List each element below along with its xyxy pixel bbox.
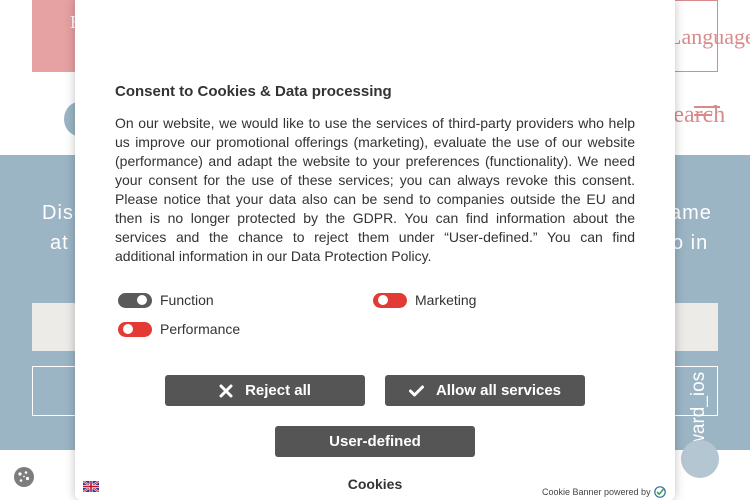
powered-by[interactable]: Cookie Banner powered by xyxy=(542,486,666,498)
cookie-consent-dialog: Consent to Cookies & Data processing On … xyxy=(75,0,675,500)
toggle-performance-row[interactable]: Performance xyxy=(118,321,240,337)
hero-text: ame xyxy=(670,202,712,224)
user-defined-button[interactable]: User-defined xyxy=(275,426,475,457)
powered-by-text: Cookie Banner powered by xyxy=(542,487,651,497)
toggle-performance[interactable] xyxy=(118,321,152,337)
toggle-marketing[interactable] xyxy=(373,292,407,308)
check-icon xyxy=(408,385,424,396)
user-defined-label: User-defined xyxy=(329,433,421,450)
toggle-marketing-row[interactable]: Marketing xyxy=(373,292,476,308)
cookie-icon[interactable] xyxy=(8,461,40,493)
hero-text: at xyxy=(50,232,69,254)
dialog-body-text: On our website, we would like to use the… xyxy=(115,115,635,264)
language-label[interactable]: Language xyxy=(668,24,750,50)
hero-text: o in xyxy=(672,232,709,254)
shield-check-icon xyxy=(653,486,666,498)
allow-all-button[interactable]: Allow all services xyxy=(385,375,585,406)
toggle-performance-label: Performance xyxy=(160,321,241,337)
toggle-marketing-label: Marketing xyxy=(415,292,477,308)
menu-icon[interactable] xyxy=(694,106,720,126)
allow-all-label: Allow all services xyxy=(435,382,562,399)
toggle-function-label: Function xyxy=(160,292,214,308)
reject-all-button[interactable]: Reject all xyxy=(165,375,365,406)
x-icon xyxy=(219,384,233,397)
toggle-function[interactable] xyxy=(118,292,152,308)
dialog-title: Consent to Cookies & Data processing xyxy=(115,83,392,100)
toggle-function-row[interactable]: Function xyxy=(118,292,214,308)
reject-all-label: Reject all xyxy=(245,382,311,399)
scroll-top-button[interactable] xyxy=(681,440,719,478)
